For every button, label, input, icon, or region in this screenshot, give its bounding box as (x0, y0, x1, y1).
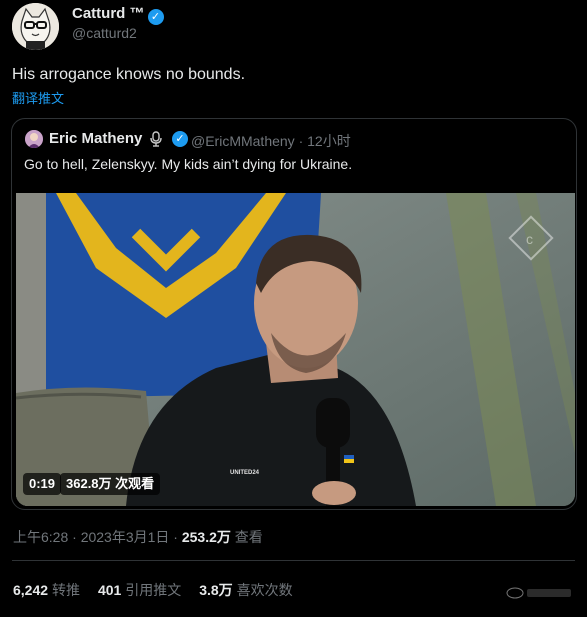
video-duration: 0:19 (23, 473, 62, 495)
divider (12, 560, 575, 561)
shirt-text: UNITED24 (230, 470, 260, 476)
quotes-stat[interactable]: 401 引用推文 (98, 582, 181, 598)
video-views: 362.8万 次观看 (60, 473, 161, 495)
likes-stat[interactable]: 3.8万 喜欢次数 (199, 582, 292, 598)
retweets-label: 转推 (52, 582, 81, 598)
quotes-count: 401 (97, 582, 122, 598)
translate-tweet-link[interactable]: 翻译推文 (12, 88, 64, 107)
quoted-author-avatar[interactable] (25, 130, 43, 148)
tweet-timestamp[interactable]: 上午6:28 · 2023年3月1日 · (13, 529, 182, 545)
quoted-verified-badge-icon: ✓ (172, 131, 188, 147)
author-handle[interactable]: @catturd2 (72, 25, 137, 41)
retweets-stat[interactable]: 6,242 转推 (13, 582, 80, 598)
video-player[interactable]: UNITED24 c (16, 193, 575, 506)
engagement-stats: 6,242 转推 401 引用推文 3.8万 喜欢次数 (13, 580, 307, 600)
tweet-views-label: 查看 (230, 529, 263, 545)
microphone-icon (149, 131, 163, 147)
watermark-icon (505, 586, 575, 603)
quotes-label: 引用推文 (125, 582, 182, 598)
likes-label: 喜欢次数 (236, 582, 293, 598)
quoted-handle-time[interactable]: @EricMMatheny · 12小时 (191, 131, 351, 151)
author-avatar[interactable] (12, 3, 59, 50)
author-name[interactable]: Catturd ™ (72, 5, 145, 22)
tweet-text: His arrogance knows no bounds. (12, 66, 246, 83)
retweets-count: 6,242 (13, 582, 49, 598)
verified-badge-icon: ✓ (147, 9, 164, 25)
tweet-meta: 上午6:28 · 2023年3月1日 · 253.2万 查看 (13, 527, 263, 547)
quoted-tweet-text: Go to hell, Zelenskyy. My kids ain’t dyi… (24, 156, 353, 172)
quoted-author-name[interactable]: Eric Matheny (49, 130, 142, 147)
svg-text:c: c (526, 231, 533, 247)
tweet-views-count: 253.2万 (181, 529, 231, 545)
likes-count: 3.8万 (199, 582, 233, 598)
author-name-row[interactable]: Catturd ™ ✓ (72, 5, 164, 25)
